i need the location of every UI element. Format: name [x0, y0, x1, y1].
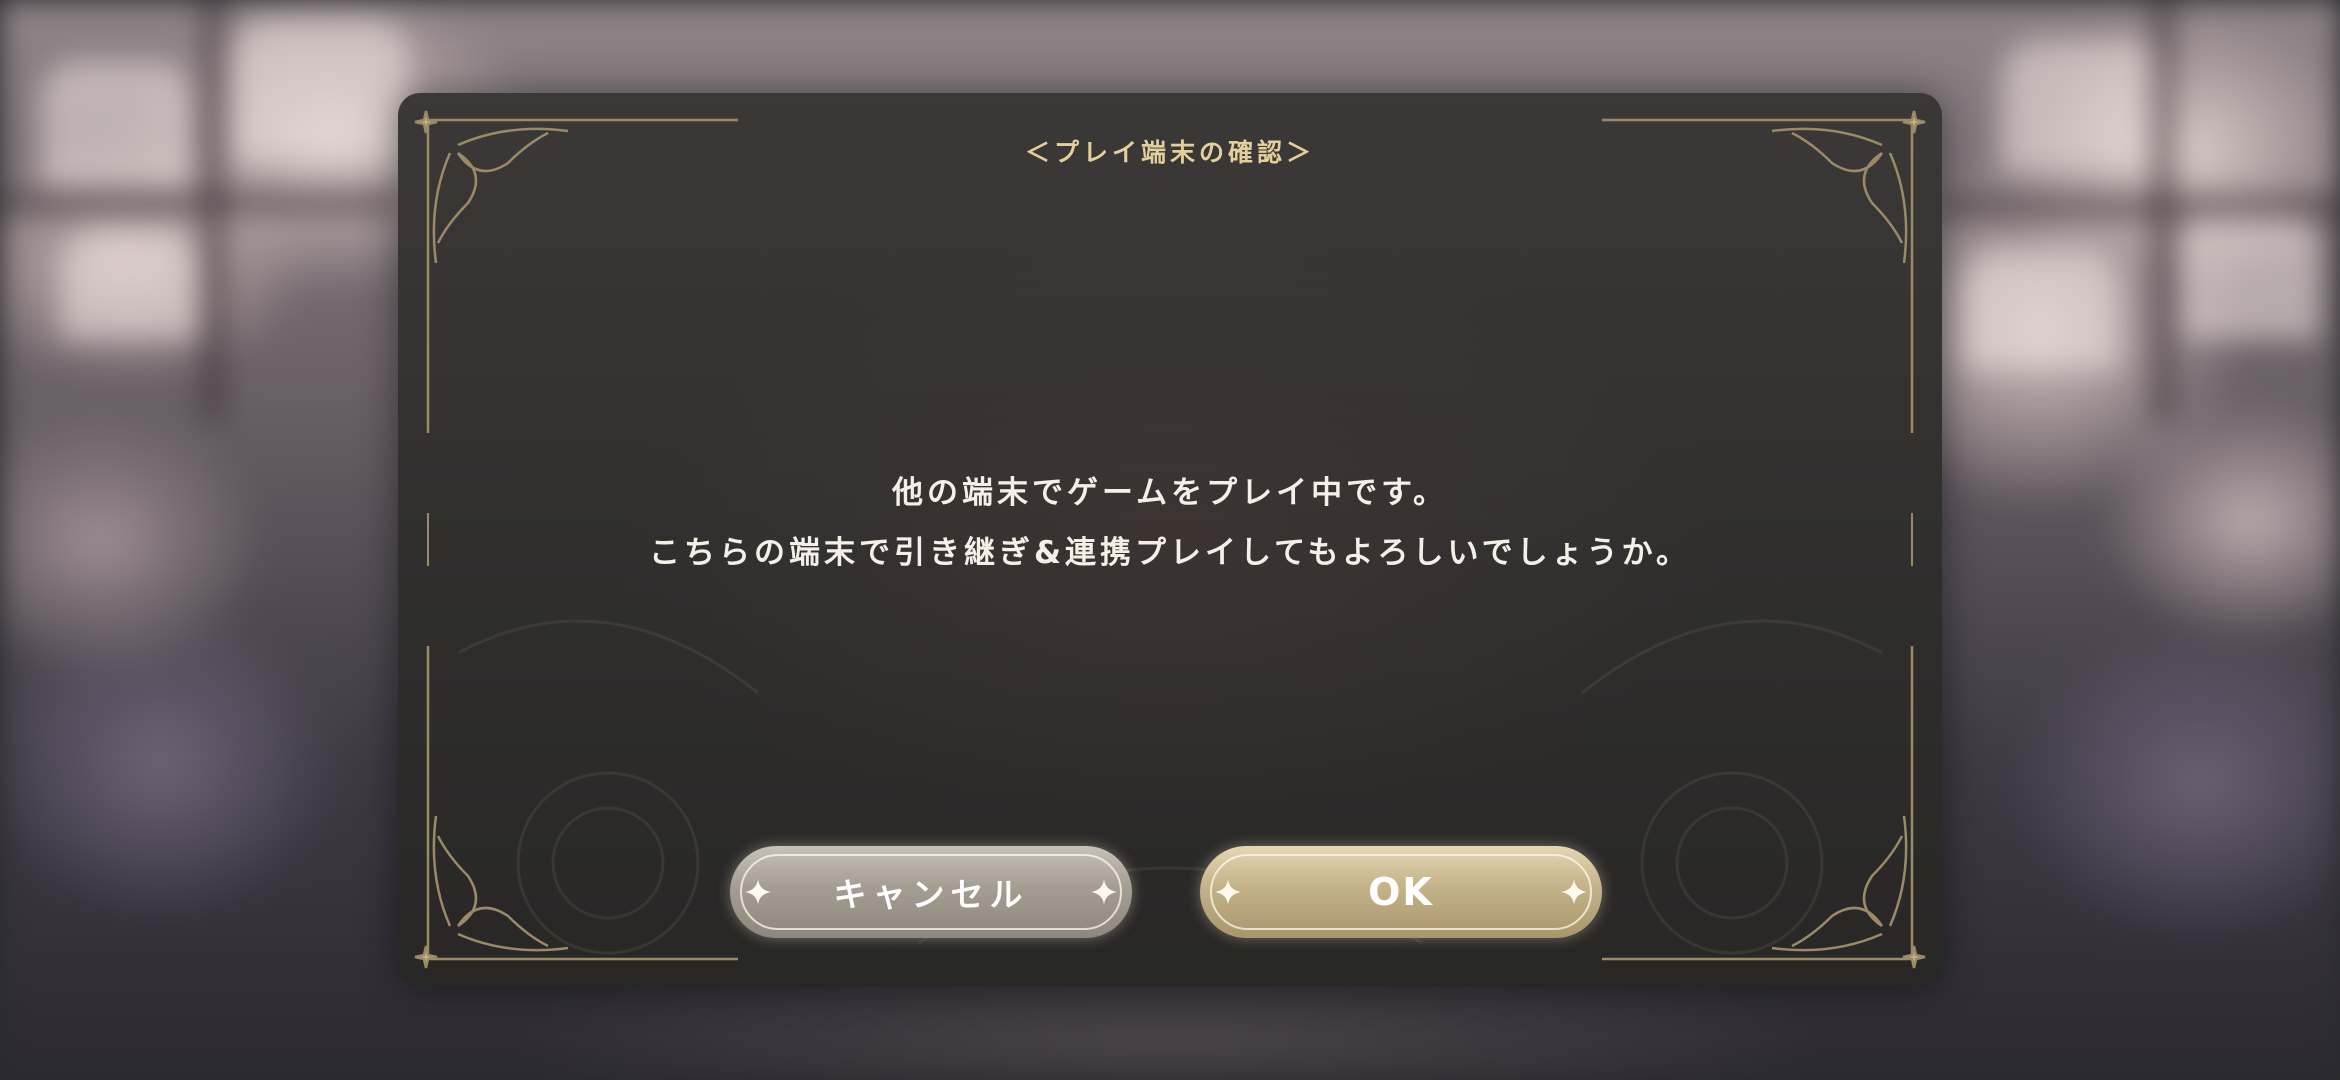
four-point-star-icon	[1215, 879, 1241, 905]
background-emblem	[457, 619, 1883, 955]
game-screen: ＜プレイ端末の確認＞ 他の端末でゲームをプレイ中です。 こちらの端末で引き継ぎ&…	[0, 0, 2340, 1080]
device-confirm-dialog: ＜プレイ端末の確認＞ 他の端末でゲームをプレイ中です。 こちらの端末で引き継ぎ&…	[398, 93, 1942, 986]
cancel-button[interactable]: キャンセル	[730, 846, 1132, 938]
four-point-star-icon	[745, 879, 771, 905]
ok-button-label: OK	[1368, 870, 1434, 914]
cancel-button-label: キャンセル	[833, 875, 1029, 914]
message-line-2: こちらの端末で引き継ぎ&連携プレイしてもよろしいでしょうか。	[648, 535, 1691, 571]
dialog-title: ＜プレイ端末の確認＞	[1024, 138, 1315, 167]
dialog-message: 他の端末でゲームをプレイ中です。 こちらの端末で引き継ぎ&連携プレイしてもよろし…	[398, 463, 1942, 583]
four-point-star-icon	[1561, 879, 1587, 905]
message-line-1: 他の端末でゲームをプレイ中です。	[892, 475, 1448, 511]
four-point-star-icon	[1091, 879, 1117, 905]
corner-ornament-bottom-left-icon	[414, 646, 738, 969]
corner-ornament-bottom-right-icon	[1602, 646, 1926, 969]
ok-button[interactable]: OK	[1200, 846, 1602, 938]
